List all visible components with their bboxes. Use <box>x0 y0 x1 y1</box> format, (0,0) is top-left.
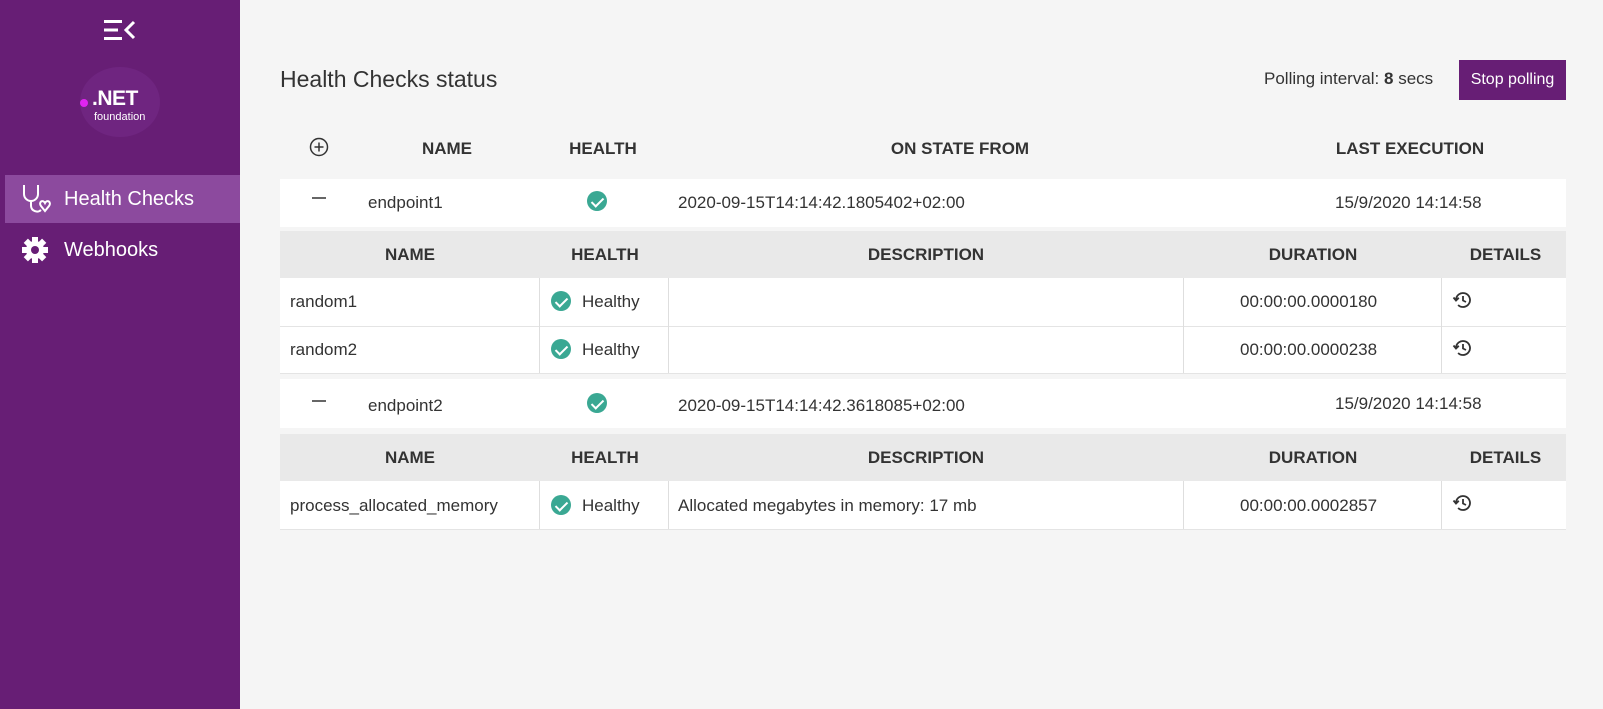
entry-description: Allocated megabytes in memory: 17 mb <box>678 496 977 515</box>
column-header-health: HEALTH <box>569 139 637 158</box>
endpoint-name: endpoint2 <box>368 396 443 415</box>
sidebar-item-webhooks[interactable]: Webhooks <box>5 226 240 274</box>
sub-header-health: HEALTH <box>571 448 639 467</box>
row-divider <box>280 326 1566 327</box>
endpoint-on-state-from: 2020-09-15T14:14:42.3618085+02:00 <box>678 396 965 415</box>
entry-health: Healthy <box>582 292 640 311</box>
healthy-check-icon <box>551 495 571 515</box>
polling-interval: Polling interval: 8 secs <box>1264 69 1433 89</box>
stethoscope-icon <box>11 175 59 223</box>
collapse-icon[interactable] <box>311 190 327 206</box>
endpoint-name: endpoint1 <box>368 193 443 212</box>
sidebar-item-label: Webhooks <box>64 238 159 261</box>
logo-sub: foundation <box>94 111 146 123</box>
column-header-name: NAME <box>421 139 473 158</box>
sub-header-duration: DURATION <box>1268 245 1358 264</box>
endpoint-on-state-from: 2020-09-15T14:14:42.1805402+02:00 <box>678 193 965 212</box>
sidebar-item-label: Health Checks <box>64 187 195 210</box>
sub-header-duration: DURATION <box>1268 448 1358 467</box>
healthy-check-icon <box>551 339 571 359</box>
sidebar-item-health-checks[interactable]: Health Checks <box>5 175 240 223</box>
sub-header-description: DESCRIPTION <box>867 245 985 264</box>
column-divider <box>668 481 669 529</box>
polling-unit: secs <box>1398 69 1434 88</box>
collapse-icon[interactable] <box>311 393 327 409</box>
polling-label: Polling interval: <box>1264 69 1380 88</box>
column-divider <box>1183 481 1184 529</box>
column-divider <box>1441 278 1442 373</box>
sub-header-details: DETAILS <box>1469 448 1542 467</box>
sidebar: .NET foundation Health Checks Webhooks <box>0 0 240 709</box>
entry-name: random1 <box>290 292 358 311</box>
endpoint-last-execution: 15/9/2020 14:14:58 <box>1335 394 1482 413</box>
entry-health: Healthy <box>582 496 640 515</box>
healthy-check-icon <box>587 393 607 413</box>
stop-polling-button[interactable]: Stop polling <box>1459 60 1566 100</box>
column-divider <box>539 481 540 529</box>
entry-name: random2 <box>290 340 358 359</box>
logo-name: .NET <box>92 87 138 110</box>
endpoint-last-execution: 15/9/2020 14:14:58 <box>1335 193 1482 212</box>
history-icon[interactable] <box>1452 492 1474 519</box>
sub-header-health: HEALTH <box>571 245 639 264</box>
sub-header-name: NAME <box>384 448 436 467</box>
column-header-on-state-from: ON STATE FROM <box>890 139 1030 158</box>
sub-header-details: DETAILS <box>1469 245 1542 264</box>
dotnet-foundation-logo: .NET foundation <box>80 67 160 137</box>
sub-header-name: NAME <box>384 245 436 264</box>
history-icon[interactable] <box>1452 289 1474 316</box>
column-divider <box>539 278 540 373</box>
sub-header-description: DESCRIPTION <box>867 448 985 467</box>
entry-health: Healthy <box>582 340 640 359</box>
gear-icon <box>11 226 59 274</box>
logo-dot <box>80 99 88 107</box>
collapse-menu-icon[interactable] <box>104 18 136 42</box>
entry-duration: 00:00:00.0002857 <box>1240 496 1378 515</box>
entry-duration: 00:00:00.0000238 <box>1240 340 1378 359</box>
entry-duration: 00:00:00.0000180 <box>1240 292 1378 311</box>
page-title: Health Checks status <box>280 66 498 92</box>
history-icon[interactable] <box>1452 337 1474 364</box>
column-divider <box>1183 278 1184 373</box>
entry-name: process_allocated_memory <box>290 496 498 515</box>
row-divider <box>280 373 1566 374</box>
column-divider <box>668 278 669 373</box>
healthy-check-icon <box>551 291 571 311</box>
row-divider <box>280 529 1566 530</box>
column-header-last-execution: LAST EXECUTION <box>1335 139 1485 158</box>
column-divider <box>1441 481 1442 529</box>
polling-value: 8 <box>1384 69 1394 88</box>
healthy-check-icon <box>587 191 607 211</box>
expand-all-icon[interactable] <box>309 137 329 162</box>
